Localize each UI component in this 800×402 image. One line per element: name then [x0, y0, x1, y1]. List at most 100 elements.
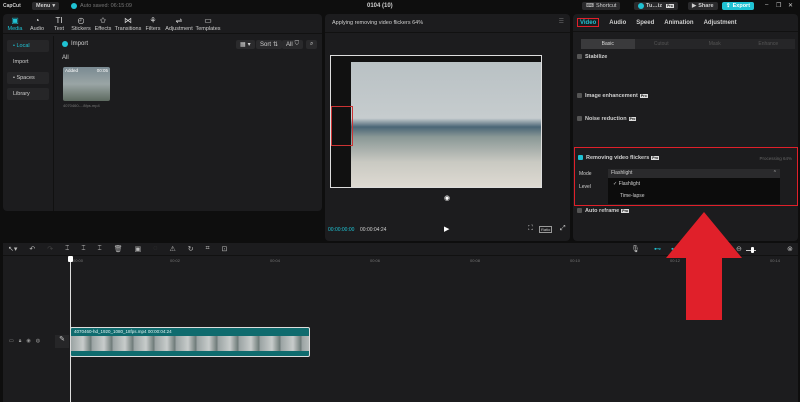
checkbox[interactable] [577, 54, 582, 60]
zoom-fit-icon[interactable]: ⊗ [787, 245, 793, 253]
option-flashlight[interactable]: ✓ Flashlight [608, 178, 780, 190]
checkbox[interactable] [577, 116, 582, 122]
flicker-toggle[interactable]: Removing video flickers Pro [578, 155, 660, 161]
mode-select[interactable]: Flashlight ⌃ [608, 169, 780, 178]
video-clip[interactable]: 4070460-hd_1920_1080_18fps.mp4 00:00:04:… [70, 327, 310, 357]
sidebar-item-library[interactable]: Library [7, 88, 49, 100]
undo-icon[interactable]: ↶ [29, 245, 35, 253]
clip-filmstrip [71, 336, 309, 351]
tab-stickers[interactable]: ◴ Stickers [71, 16, 91, 33]
tab-label: Adjustment [165, 26, 193, 32]
tab-label: Filters [145, 26, 161, 32]
filter-button[interactable]: All ⛉ [282, 40, 304, 49]
stabilize-section[interactable]: Stabilize [577, 54, 795, 60]
play-button[interactable]: ▶ [444, 225, 449, 233]
mode-value: Flashlight [611, 170, 633, 176]
video-image [351, 62, 541, 187]
tab-media[interactable]: ▣ Media [5, 16, 25, 33]
checkbox[interactable] [577, 93, 582, 99]
tab-speed[interactable]: Speed [636, 18, 654, 27]
crop-icon[interactable]: ⌗ [206, 245, 210, 253]
noise-reduction-section[interactable]: Noise reduction Pro [577, 116, 795, 122]
current-time: 00:00:00:00 [328, 227, 355, 233]
edit-cover-icon[interactable]: ✎ [55, 335, 69, 348]
sort-button[interactable]: Sort ⇅ [256, 40, 283, 49]
share-button[interactable]: ▶ Share [688, 2, 718, 10]
audio-icon[interactable]: ◍ [36, 338, 40, 344]
menu-icon[interactable]: ☰ [559, 18, 564, 25]
tab-effects[interactable]: ✩ Effects [93, 16, 113, 33]
added-badge: Added [65, 68, 79, 73]
split-left-icon[interactable]: ⌶ [81, 245, 85, 253]
image-enhancement-section[interactable]: Image enhancement Pro [577, 93, 795, 99]
autosave-status: Auto saved: 06:15:09 [80, 3, 132, 9]
microphone-icon[interactable]: 🎙 [631, 245, 640, 253]
menu-button[interactable]: Menu ▾ [32, 2, 60, 10]
playhead-handle[interactable] [68, 256, 73, 262]
tab-audio[interactable]: Audio [609, 18, 626, 27]
autosave-icon [71, 3, 77, 9]
fullscreen-icon[interactable]: ⤢ [560, 225, 566, 233]
fit-icon[interactable]: ⛶ [528, 225, 533, 233]
subtab-mask[interactable]: Mask [688, 39, 742, 49]
rotate-icon[interactable]: ↻ [188, 245, 194, 253]
checkbox[interactable] [577, 208, 582, 214]
view-toggle[interactable]: ▦ ▾ [236, 40, 255, 49]
shortcut-button[interactable]: ⌨ Shortcut [582, 2, 621, 10]
tab-filters[interactable]: ⚘ Filters [143, 16, 163, 33]
sidebar-item-import[interactable]: Import [7, 56, 49, 68]
option-time-lapse[interactable]: Time-lapse [608, 190, 780, 202]
stickers-icon: ◴ [77, 16, 85, 25]
tab-audio[interactable]: ◔ Audio [27, 16, 47, 33]
lock-icon[interactable]: 🔒︎ [19, 338, 22, 344]
divider [325, 32, 570, 33]
tab-video[interactable]: Video [577, 18, 600, 27]
subtab-cutout[interactable]: Cutout [635, 39, 689, 49]
tab-animation[interactable]: Animation [664, 18, 693, 27]
mode-label: Mode [579, 171, 592, 177]
subtab-enhance[interactable]: Enhance [742, 39, 796, 49]
redo-icon[interactable]: ↷ [47, 245, 53, 253]
cover-icon[interactable]: ▭ [9, 338, 14, 344]
user-button[interactable]: Tu…iz Pro [634, 2, 678, 10]
mirror-icon[interactable]: ⚠ [169, 245, 175, 253]
keyboard-icon: ⌨ [586, 3, 594, 9]
rotate-handle-icon[interactable]: ◉ [444, 194, 450, 202]
auto-reframe-label: Auto reframe [585, 208, 620, 214]
eye-icon[interactable]: ◉ [26, 338, 30, 344]
split-right-icon[interactable]: ⌶ [98, 245, 102, 253]
zoom-slider-handle[interactable] [751, 247, 754, 253]
search-button[interactable]: ⌕ [306, 40, 318, 49]
video-frame[interactable] [330, 55, 542, 188]
delete-icon[interactable]: 🗑 [114, 245, 123, 253]
subtab-basic[interactable]: Basic [581, 39, 635, 49]
import-button[interactable]: Import [62, 41, 88, 47]
export-label: Export [732, 3, 751, 9]
tab-text[interactable]: TI Text [49, 16, 69, 33]
close-icon[interactable]: ✕ [788, 2, 793, 9]
reverse-icon[interactable]: ◌ [153, 245, 157, 253]
tab-templates[interactable]: ▭ Templates [195, 16, 221, 33]
maximize-icon[interactable]: ❐ [776, 2, 781, 9]
ruler-label: 00:02 [170, 258, 181, 263]
freeze-icon[interactable]: ▣ [135, 245, 142, 253]
split-icon[interactable]: ⌶ [65, 245, 69, 253]
tab-adjustment[interactable]: Adjustment [704, 18, 737, 27]
pro-badge: Pro [628, 116, 637, 121]
export-button[interactable]: ⇪ Export [722, 2, 755, 10]
media-clip-thumbnail[interactable]: Added 00:05 [63, 67, 110, 101]
tab-adjustment[interactable]: ⇌ Adjustment [165, 16, 193, 33]
checkbox-checked[interactable] [578, 155, 583, 161]
processing-status: Processing 64% [759, 156, 792, 161]
ratio-button[interactable]: Ratio [539, 226, 553, 233]
main-track-magnet-icon[interactable]: ⊷ [654, 245, 661, 253]
sidebar-item-local[interactable]: • Local [7, 40, 49, 52]
auto-reframe-icon[interactable]: ⊡ [222, 245, 228, 253]
pro-badge: Pro [651, 155, 660, 160]
tab-transitions[interactable]: ⋈ Transitions [115, 16, 142, 33]
sidebar-item-spaces[interactable]: • Spaces [7, 72, 49, 84]
minimize-icon[interactable]: – [765, 2, 768, 8]
zoom-slider[interactable] [746, 247, 756, 253]
select-tool-icon[interactable]: ↖▾ [8, 245, 17, 253]
search-icon: ⌕ [310, 41, 314, 47]
